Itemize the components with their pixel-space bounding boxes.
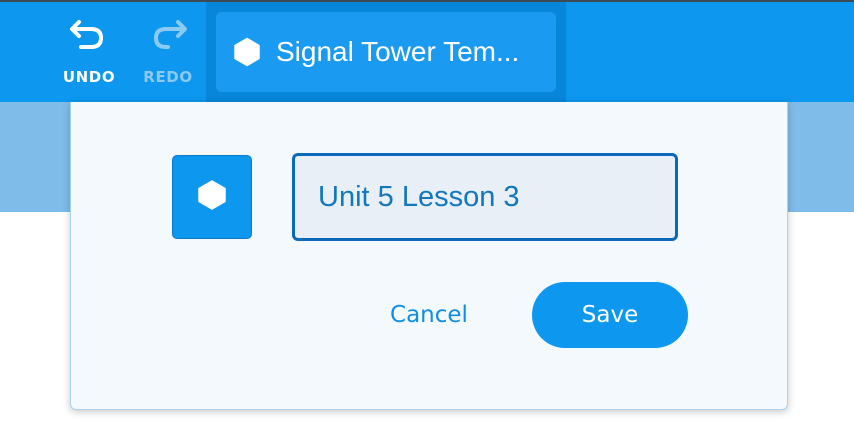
cancel-button[interactable]: Cancel: [378, 284, 480, 346]
hexagon-icon: [197, 179, 227, 215]
redo-label: REDO: [143, 68, 193, 86]
rename-dialog: Cancel Save: [70, 102, 788, 410]
redo-arrow-icon: [148, 16, 188, 56]
project-icon-tile[interactable]: [172, 155, 252, 239]
page: UNDO REDO Signal Tower Tem... Unit 5 Les…: [0, 0, 854, 424]
project-name-input[interactable]: [292, 153, 678, 241]
undo-arrow-icon: [69, 16, 109, 56]
undo-button[interactable]: UNDO: [54, 16, 124, 92]
hexagon-icon: [232, 37, 262, 67]
redo-button[interactable]: REDO: [133, 16, 203, 92]
save-button[interactable]: Save: [532, 282, 688, 348]
undo-label: UNDO: [62, 68, 116, 86]
project-title-area: Signal Tower Tem...: [206, 2, 566, 104]
top-toolbar: UNDO REDO Signal Tower Tem...: [0, 0, 854, 104]
project-title: Signal Tower Tem...: [276, 36, 520, 67]
project-title-button[interactable]: Signal Tower Tem...: [216, 12, 556, 92]
